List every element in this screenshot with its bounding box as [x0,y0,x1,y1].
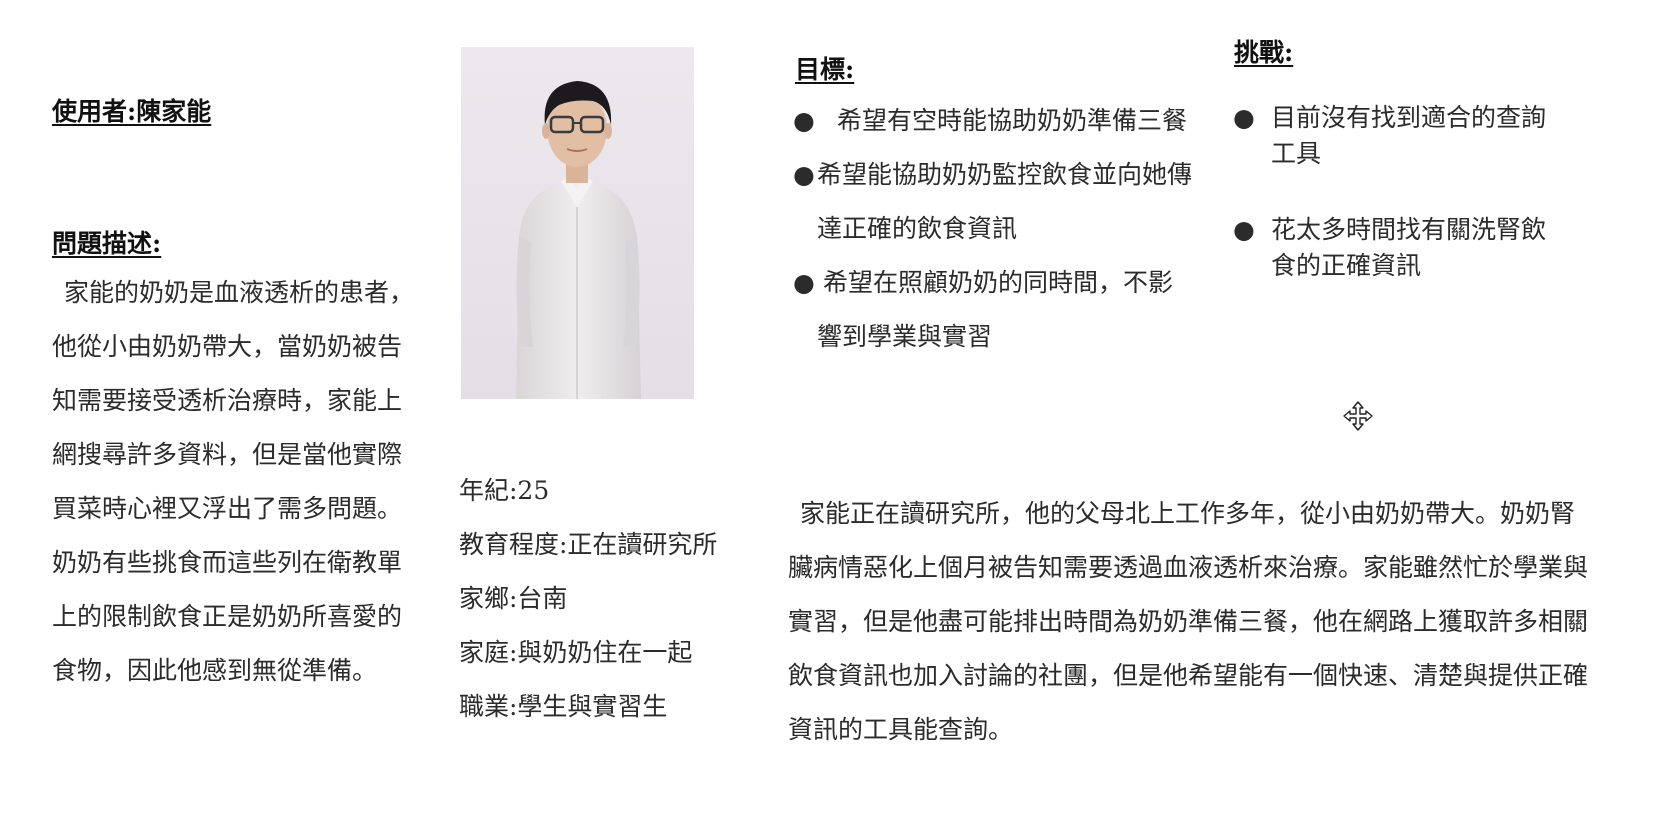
hometown-field: 家鄉:台南 [459,584,568,613]
challenge-text: 目前沒有找到適合的查詢工具 [1271,103,1547,168]
education-field: 教育程度:正在讀研究所 [459,530,718,559]
bullet: ● [1233,215,1255,244]
goals-list: ● 希望有空時能協助奶奶準備三餐 ●希望能協助奶奶監控飲食並向她傳達正確的飲食資訊… [793,94,1193,364]
move-cursor-icon [1342,400,1374,432]
bullet: ● [793,106,815,135]
goal-text: 希望有空時能協助奶奶準備三餐 [837,106,1188,135]
family-field: 家庭:與奶奶住在一起 [459,638,693,667]
goal-item: ● 希望在照顧奶奶的同時間，不影響到學業與實習 [793,256,1193,364]
challenges-heading: 挑戰: [1234,38,1294,67]
bullet: ● [793,268,815,297]
problem-description: 家能的奶奶是血液透析的患者，他從小由奶奶帶大，當奶奶被告知需要接受透析治療時，家… [52,278,415,685]
goal-item: ●希望能協助奶奶監控飲食並向她傳達正確的飲食資訊 [793,148,1193,256]
goals-heading: 目標: [795,55,855,84]
problem-heading: 問題描述: [52,229,162,258]
bullet: ● [793,160,815,189]
goal-text: 希望能協助奶奶監控飲食並向她傳達正確的飲食資訊 [817,160,1193,243]
bullet: ● [1233,103,1255,132]
goal-item: ● 希望有空時能協助奶奶準備三餐 [793,94,1193,148]
age-field: 年紀:25 [459,476,550,505]
profile-info: 年紀:25 教育程度:正在讀研究所 家鄉:台南 家庭:與奶奶住在一起 職業:學生… [459,464,749,734]
persona-story: 家能正在讀研究所，他的父母北上工作多年，從小由奶奶帶大。奶奶腎臟病情惡化上個月被… [788,499,1589,744]
persona-photo [461,47,694,399]
challenge-text: 花太多時間找有關洗腎飲食的正確資訊 [1271,215,1547,280]
occupation-field: 職業:學生與實習生 [459,692,668,721]
challenge-item: ● 花太多時間找有關洗腎飲食的正確資訊 [1233,212,1563,284]
challenge-item: ● 目前沒有找到適合的查詢工具 [1233,100,1563,172]
challenges-list: ● 目前沒有找到適合的查詢工具 ● 花太多時間找有關洗腎飲食的正確資訊 [1233,100,1563,324]
goal-text: 希望在照顧奶奶的同時間，不影響到學業與實習 [817,268,1174,351]
user-name-heading: 使用者:陳家能 [52,97,212,126]
